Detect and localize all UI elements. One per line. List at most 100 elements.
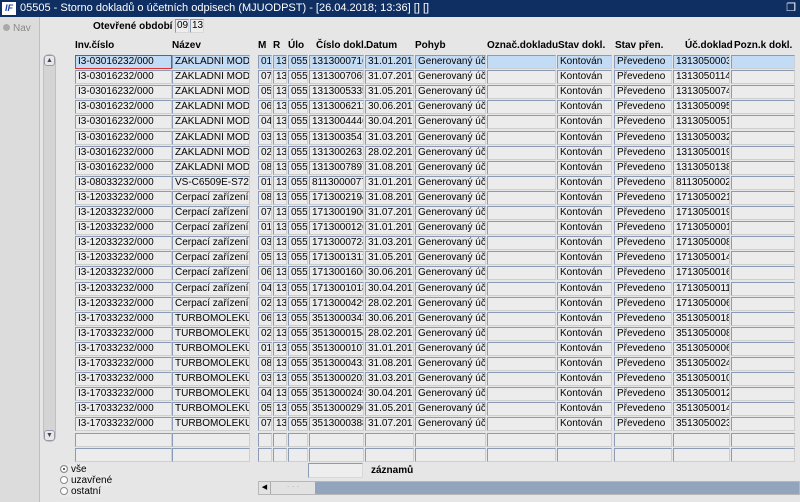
cell-cislo-dokl[interactable]: 1713001606	[309, 266, 364, 281]
cell-inv-cislo[interactable]: I3-17033232/000	[75, 417, 172, 432]
cell-inv-cislo[interactable]: I3-12033232/000	[75, 236, 172, 251]
cell-ulo[interactable]: 055	[288, 281, 308, 296]
cell-stav-pren[interactable]: Převedeno	[614, 236, 672, 251]
filter-radio-all[interactable]: vše	[60, 464, 87, 475]
cell-r[interactable]: 13	[273, 175, 287, 190]
cell-pohyb[interactable]: Generovaný účet	[415, 281, 486, 296]
cell-inv-cislo[interactable]: I3-17033232/000	[75, 357, 172, 371]
cell-uc-doklad[interactable]: 3513050012	[673, 387, 730, 402]
cell-ulo[interactable]: 055	[288, 175, 308, 190]
cell-m[interactable]: 07	[258, 417, 272, 432]
cell-datum[interactable]: 30.04.2013	[365, 115, 414, 130]
cell-cislo-dokl[interactable]: 3513000249	[309, 387, 364, 402]
cell-nazev[interactable]: ZÁKLADNÍ MODUL	[172, 160, 250, 175]
cell-stav-pren[interactable]: Převedeno	[614, 387, 672, 402]
cell-pohyb[interactable]: Generovaný účet	[415, 357, 486, 371]
cell-pozn-k-dokl[interactable]	[731, 236, 795, 251]
cell-stav-dokl[interactable]: Kontován	[557, 341, 612, 356]
cell-pozn-k-dokl[interactable]	[731, 417, 795, 432]
cell-r[interactable]: 13	[273, 100, 287, 115]
cell-uc-doklad[interactable]: 1713050008	[673, 236, 730, 251]
cell-cislo-dokl[interactable]: 1713000429	[309, 296, 364, 311]
cell-oznac-dokladu[interactable]	[487, 387, 556, 402]
cell-stav-pren[interactable]: Převedeno	[614, 145, 672, 160]
cell-stav-dokl[interactable]: Kontován	[557, 130, 612, 145]
cell-ulo[interactable]: 055	[288, 55, 308, 69]
cell-pozn-k-dokl[interactable]	[731, 221, 795, 236]
cell-m[interactable]: 01	[258, 341, 272, 356]
cell-uc-doklad[interactable]	[673, 447, 730, 462]
cell-oznac-dokladu[interactable]	[487, 296, 556, 311]
cell-pozn-k-dokl[interactable]	[731, 311, 795, 326]
cell-r[interactable]: 13	[273, 130, 287, 145]
cell-datum[interactable]: 31.07.2013	[365, 417, 414, 432]
cell-oznac-dokladu[interactable]	[487, 417, 556, 432]
cell-stav-pren[interactable]: Převedeno	[614, 357, 672, 371]
cell-uc-doklad[interactable]: 1713050006	[673, 296, 730, 311]
cell-uc-doklad[interactable]: 3513050014	[673, 402, 730, 417]
cell-m[interactable]: 02	[258, 145, 272, 160]
cell-inv-cislo[interactable]: I3-17033232/000	[75, 311, 172, 326]
cell-pozn-k-dokl[interactable]	[731, 281, 795, 296]
cell-r[interactable]: 13	[273, 296, 287, 311]
cell-ulo[interactable]: 055	[288, 296, 308, 311]
cell-r[interactable]: 13	[273, 341, 287, 356]
cell-nazev[interactable]: TURBOMOLEKULAR	[172, 372, 250, 387]
cell-cislo-dokl[interactable]: 3513000107	[309, 341, 364, 356]
cell-r[interactable]: 13	[273, 326, 287, 341]
cell-ulo[interactable]: 055	[288, 266, 308, 281]
cell-pozn-k-dokl[interactable]	[731, 130, 795, 145]
cell-stav-pren[interactable]: Převedeno	[614, 326, 672, 341]
cell-stav-dokl[interactable]: Kontován	[557, 296, 612, 311]
cell-oznac-dokladu[interactable]	[487, 175, 556, 190]
cell-pozn-k-dokl[interactable]	[731, 372, 795, 387]
cell-inv-cislo[interactable]: I3-12033232/000	[75, 266, 172, 281]
cell-ulo[interactable]: 055	[288, 145, 308, 160]
cell-oznac-dokladu[interactable]	[487, 100, 556, 115]
cell-r[interactable]: 13	[273, 70, 287, 85]
cell-oznac-dokladu[interactable]	[487, 311, 556, 326]
cell-cislo-dokl[interactable]: 8113000077	[309, 175, 364, 190]
cell-ulo[interactable]: 055	[288, 387, 308, 402]
cell-pohyb[interactable]: Generovaný účet	[415, 221, 486, 236]
cell-r[interactable]	[273, 432, 287, 447]
cell-m[interactable]	[258, 447, 272, 462]
cell-stav-pren[interactable]: Převedeno	[614, 221, 672, 236]
cell-m[interactable]: 01	[258, 221, 272, 236]
cell-r[interactable]: 13	[273, 221, 287, 236]
cell-nazev[interactable]: Čerpací zařízení + t	[172, 251, 250, 266]
cell-cislo-dokl[interactable]: 3513000296	[309, 402, 364, 417]
cell-stav-pren[interactable]: Převedeno	[614, 266, 672, 281]
cell-cislo-dokl[interactable]: 1313007065	[309, 70, 364, 85]
cell-datum[interactable]: 31.03.2013	[365, 130, 414, 145]
cell-r[interactable]: 13	[273, 236, 287, 251]
cell-datum[interactable]: 31.05.2013	[365, 402, 414, 417]
cell-inv-cislo[interactable]: I3-17033232/000	[75, 402, 172, 417]
cell-stav-pren[interactable]: Převedeno	[614, 85, 672, 100]
cell-uc-doklad[interactable]: 3513050008	[673, 326, 730, 341]
cell-datum[interactable]: 31.01.2013	[365, 221, 414, 236]
cell-uc-doklad[interactable]: 1713050019	[673, 206, 730, 220]
filter-radio-other[interactable]: ostatní	[60, 486, 102, 497]
cell-pozn-k-dokl[interactable]	[731, 70, 795, 85]
cell-inv-cislo[interactable]: I3-12033232/000	[75, 190, 172, 205]
cell-pozn-k-dokl[interactable]	[731, 85, 795, 100]
cell-m[interactable]	[258, 432, 272, 447]
cell-datum[interactable]: 31.08.2013	[365, 160, 414, 175]
nav-button[interactable]: Nav	[3, 23, 31, 34]
cell-stav-pren[interactable]: Převedeno	[614, 251, 672, 266]
cell-oznac-dokladu[interactable]	[487, 432, 556, 447]
cell-uc-doklad[interactable]: 3513050006	[673, 341, 730, 356]
cell-pohyb[interactable]: Generovaný účet	[415, 206, 486, 220]
cell-uc-doklad[interactable]: 3513050024	[673, 357, 730, 371]
cell-m[interactable]: 02	[258, 296, 272, 311]
cell-oznac-dokladu[interactable]	[487, 236, 556, 251]
cell-datum[interactable]: 31.08.2013	[365, 190, 414, 205]
cell-pohyb[interactable]: Generovaný účet	[415, 341, 486, 356]
cell-cislo-dokl[interactable]: 1313005335	[309, 85, 364, 100]
cell-oznac-dokladu[interactable]	[487, 70, 556, 85]
cell-stav-dokl[interactable]: Kontován	[557, 70, 612, 85]
cell-r[interactable]: 13	[273, 281, 287, 296]
cell-r[interactable]: 13	[273, 266, 287, 281]
cell-r[interactable]: 13	[273, 190, 287, 205]
